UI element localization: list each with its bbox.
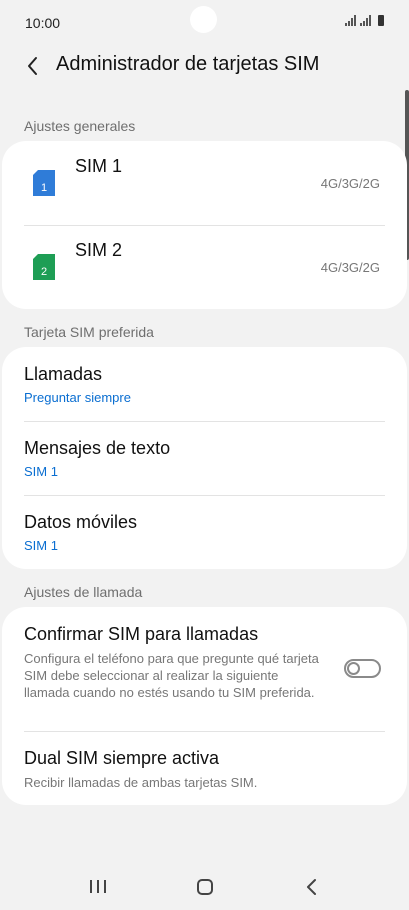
confirm-sim-row[interactable]: Confirmar SIM para llamadas Configura el… xyxy=(2,607,407,731)
confirm-sim-toggle[interactable] xyxy=(344,659,381,678)
chevron-left-icon[interactable] xyxy=(22,54,46,78)
sim-row-2[interactable]: 2 SIM 2 4G/3G/2G xyxy=(2,226,407,310)
signal-sim1-icon xyxy=(345,15,356,26)
pref-data-value: SIM 1 xyxy=(24,538,58,553)
pref-row-calls[interactable]: Llamadas Preguntar siempre xyxy=(2,347,407,421)
back-icon[interactable] xyxy=(303,878,321,896)
sim-card-2-number: 2 xyxy=(41,266,47,278)
sim-1-network: 4G/3G/2G xyxy=(320,176,380,191)
toggle-knob xyxy=(347,662,360,675)
sim-card-1-number: 1 xyxy=(41,182,47,194)
status-bar: 10:00 xyxy=(0,0,409,46)
section-label-preferred: Tarjeta SIM preferida xyxy=(24,324,154,340)
section-label-general: Ajustes generales xyxy=(24,118,136,134)
pref-calls-title: Llamadas xyxy=(24,364,103,384)
pref-data-title: Datos móviles xyxy=(24,512,138,532)
sim-card-2-icon: 2 xyxy=(33,254,55,280)
status-icons xyxy=(345,15,384,26)
dual-sim-description: Recibir llamadas de ambas tarjetas SIM. xyxy=(24,775,258,790)
sim-1-name: SIM 1 xyxy=(75,156,123,176)
recent-apps-icon[interactable] xyxy=(90,880,106,893)
section-label-calls: Ajustes de llamada xyxy=(24,584,143,600)
sim-2-name: SIM 2 xyxy=(75,240,123,260)
status-time: 10:00 xyxy=(25,15,61,31)
card-general: 1 SIM 1 4G/3G/2G 2 SIM 2 4G/3G/2G xyxy=(2,141,407,309)
confirm-sim-description: Configura el teléfono para que pregunte … xyxy=(24,651,319,700)
dual-sim-row[interactable]: Dual SIM siempre activa Recibir llamadas… xyxy=(2,732,407,805)
page-title: Administrador de tarjetas SIM xyxy=(56,53,320,75)
pref-calls-value: Preguntar siempre xyxy=(24,390,131,405)
dual-sim-title: Dual SIM siempre activa xyxy=(24,748,220,768)
battery-icon xyxy=(378,15,384,26)
camera-cutout xyxy=(190,6,217,33)
signal-sim2-icon xyxy=(360,15,371,26)
pref-messages-title: Mensajes de texto xyxy=(24,438,171,458)
confirm-sim-title: Confirmar SIM para llamadas xyxy=(24,624,259,644)
navigation-bar xyxy=(0,862,409,910)
card-preferred: Llamadas Preguntar siempre Mensajes de t… xyxy=(2,347,407,569)
sim-2-network: 4G/3G/2G xyxy=(320,260,380,275)
pref-row-data[interactable]: Datos móviles SIM 1 xyxy=(2,496,407,570)
app-header: Administrador de tarjetas SIM xyxy=(0,46,409,86)
card-call-settings: Confirmar SIM para llamadas Configura el… xyxy=(2,607,407,805)
pref-messages-value: SIM 1 xyxy=(24,464,58,479)
pref-row-messages[interactable]: Mensajes de texto SIM 1 xyxy=(2,422,407,496)
sim-card-1-icon: 1 xyxy=(33,170,55,196)
home-icon[interactable] xyxy=(197,879,213,895)
sim-row-1[interactable]: 1 SIM 1 4G/3G/2G xyxy=(2,141,407,225)
